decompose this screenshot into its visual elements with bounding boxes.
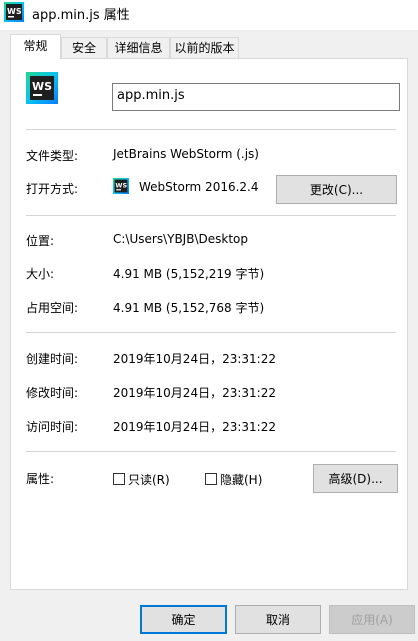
change-button[interactable]: 更改(C)... [276, 175, 397, 204]
cancel-button[interactable]: 取消 [235, 605, 321, 634]
file-type-value: JetBrains WebStorm (.js) [113, 147, 259, 161]
tab-general[interactable]: 常规 [10, 34, 61, 59]
readonly-label[interactable]: 只读(R) [128, 471, 170, 488]
svg-text:WS: WS [7, 7, 22, 16]
file-type-label: 文件类型: [26, 149, 79, 163]
webstorm-icon: WS [113, 178, 129, 194]
location-label: 位置: [26, 234, 55, 248]
readonly-checkbox[interactable] [113, 473, 125, 485]
title-bar: WS app.min.js 属性 [0, 0, 418, 30]
svg-text:WS: WS [32, 80, 52, 93]
file-name-field[interactable]: app.min.js [112, 83, 400, 111]
size-on-disk-value: 4.91 MB (5,152,768 字节) [113, 301, 265, 315]
accessed-label: 访问时间: [26, 420, 79, 434]
tab-security[interactable]: 安全 [61, 37, 107, 58]
advanced-button[interactable]: 高级(D)... [313, 464, 398, 493]
tab-previous-versions[interactable]: 以前的版本 [170, 37, 239, 58]
general-panel [10, 58, 408, 590]
size-value: 4.91 MB (5,152,219 字节) [113, 267, 265, 281]
tab-details[interactable]: 详细信息 [107, 37, 170, 58]
separator [26, 129, 396, 130]
created-value: 2019年10月24日，23:31:22 [113, 352, 276, 366]
location-value: C:\Users\YBJB\Desktop [113, 232, 248, 246]
size-on-disk-label: 占用空间: [26, 301, 79, 315]
hidden-label[interactable]: 隐藏(H) [220, 471, 262, 488]
hidden-checkbox[interactable] [205, 473, 217, 485]
created-label: 创建时间: [26, 352, 79, 366]
separator [26, 451, 396, 452]
size-label: 大小: [26, 267, 55, 281]
opens-with-label: 打开方式: [26, 182, 79, 196]
modified-label: 修改时间: [26, 386, 79, 400]
opens-with-value: WebStorm 2016.2.4 [139, 180, 259, 194]
svg-text:WS: WS [115, 182, 127, 190]
ok-button[interactable]: 确定 [140, 605, 227, 634]
accessed-value: 2019年10月24日，23:31:22 [113, 420, 276, 434]
apply-button[interactable]: 应用(A) [329, 605, 415, 634]
webstorm-icon: WS [4, 2, 24, 22]
file-type-icon: WS [26, 72, 58, 104]
window-title: app.min.js 属性 [32, 8, 130, 23]
separator [26, 215, 396, 216]
modified-value: 2019年10月24日，23:31:22 [113, 386, 276, 400]
attributes-label: 属性: [26, 472, 55, 486]
separator [26, 332, 396, 333]
